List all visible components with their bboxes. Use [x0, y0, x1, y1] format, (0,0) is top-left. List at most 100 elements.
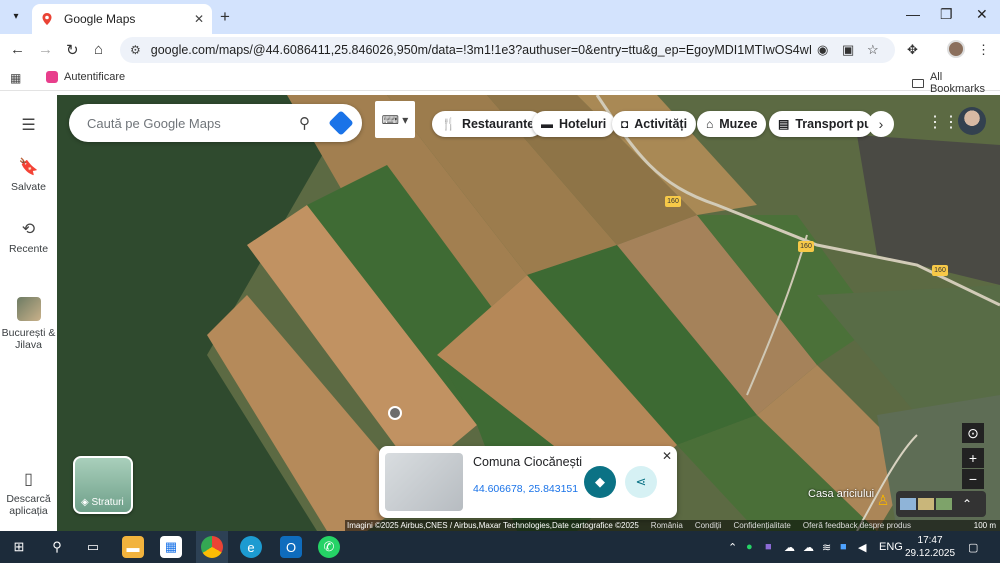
map-place-pin[interactable]	[388, 406, 402, 420]
search-icon[interactable]: ⚲	[299, 114, 310, 132]
start-windows-icon[interactable]: ⊞	[8, 536, 30, 558]
install-app-icon[interactable]: ▣	[842, 42, 854, 58]
tray-whatsapp-icon[interactable]: ●	[746, 541, 753, 553]
home-icon[interactable]: ⌂	[94, 41, 103, 58]
place-info-card[interactable]: Comuna Ciocănești 44.606678, 25.843151 ◆…	[379, 446, 677, 518]
share-button[interactable]: ⋖	[625, 466, 657, 498]
preview-thumb[interactable]	[918, 498, 934, 510]
layers-button[interactable]: ◈ Straturi	[73, 456, 133, 514]
outlook-icon[interactable]: O	[280, 536, 302, 558]
new-tab-button[interactable]: +	[220, 7, 230, 27]
apps-icon[interactable]: ▦	[10, 71, 21, 85]
chip-transit[interactable]: ▤ Transport publi	[769, 111, 873, 137]
search-box[interactable]: Caută pe Google Maps ⚲	[69, 104, 362, 142]
tab-google-maps[interactable]: Google Maps ✕	[32, 4, 212, 34]
minimize-icon[interactable]: —	[906, 6, 920, 22]
hamburger-icon: ☰	[21, 117, 36, 134]
task-view-icon[interactable]: ▭	[82, 536, 104, 558]
preview-thumb[interactable]	[900, 498, 916, 510]
terms-link[interactable]: Condiții	[695, 521, 722, 530]
route-badge: 160	[932, 265, 948, 276]
account-avatar[interactable]	[958, 107, 986, 135]
directions-button[interactable]: ◆	[584, 466, 616, 498]
scale-label[interactable]: 100 m	[974, 521, 996, 530]
transit-icon: ▤	[778, 117, 790, 131]
close-card-icon[interactable]: ✕	[662, 449, 672, 463]
attribution-text: Imagini ©2025 Airbus,CNES / Airbus,Maxar…	[347, 521, 639, 530]
chip-activities[interactable]: ◘ Activități	[612, 111, 697, 137]
place-thumbnail[interactable]	[385, 453, 463, 511]
bookmark-autentificare[interactable]: Autentificare	[46, 71, 125, 83]
restore-icon[interactable]: ❐	[940, 6, 953, 23]
bookmark-label: Autentificare	[64, 71, 126, 83]
window-close-icon[interactable]: ✕	[976, 6, 988, 23]
taskbar-clock[interactable]: 17:47 29.12.2025	[905, 534, 955, 560]
keyboard-icon: ⌨ ▾	[381, 112, 409, 127]
edge-icon[interactable]: e	[240, 536, 262, 558]
expand-up-icon[interactable]: ⌃	[962, 497, 972, 511]
back-icon[interactable]: ←	[10, 41, 25, 58]
address-bar[interactable]: ⚙ google.com/maps/@44.6086411,25.846026,…	[120, 37, 895, 63]
directions-icon[interactable]	[328, 110, 354, 136]
tray-onedrive-icon[interactable]: ☁	[803, 541, 814, 554]
tray-teams-icon[interactable]: ■	[765, 541, 772, 553]
place-coordinates[interactable]: 44.606678, 25.843151	[473, 483, 578, 495]
my-location-icon[interactable]: ⊙	[962, 423, 984, 443]
forward-icon[interactable]: →	[38, 41, 53, 58]
input-tools-button[interactable]: ⌨ ▾	[375, 101, 415, 138]
tray-cloud-icon[interactable]: ☁	[784, 541, 795, 554]
place-label[interactable]: Casa ariciului	[808, 488, 874, 500]
street-view-pegman-icon[interactable]: ♙	[874, 492, 892, 516]
preview-thumb[interactable]	[936, 498, 952, 510]
site-info-icon[interactable]: ⚙	[130, 43, 141, 57]
browser-toolbar: ← → ↻ ⌂ ⚙ google.com/maps/@44.6086411,25…	[0, 34, 1000, 66]
menu-button[interactable]: ☰	[0, 115, 57, 139]
camera-icon: ◘	[621, 117, 629, 131]
tab-title: Google Maps	[64, 12, 136, 26]
chip-label: Muzee	[719, 117, 758, 131]
history-icon: ⟲	[21, 221, 36, 238]
language-indicator[interactable]: ENG	[879, 541, 903, 553]
chrome-icon[interactable]	[201, 536, 223, 558]
url-text: google.com/maps/@44.6086411,25.846026,95…	[150, 43, 811, 57]
all-bookmarks-button[interactable]: All Bookmarks	[912, 71, 1000, 95]
bookmark-star-icon[interactable]: ☆	[867, 42, 879, 58]
share-icon: ⋖	[635, 474, 647, 489]
chip-label: Restaurante	[461, 117, 535, 131]
feedback-link[interactable]: Oferă feedback despre produs	[803, 521, 911, 530]
tray-overflow-icon[interactable]: ⌃	[728, 541, 737, 554]
recent-place-label: București & Jilava	[1, 327, 56, 351]
download-app-button[interactable]: ▯ Descarcă aplicația	[0, 469, 57, 517]
zoom-in-button[interactable]: +	[962, 448, 984, 468]
whatsapp-icon[interactable]: ✆	[318, 536, 340, 558]
recent-button[interactable]: ⟲ Recente	[0, 219, 57, 255]
recent-place-button[interactable]: București & Jilava	[0, 297, 57, 351]
privacy-link[interactable]: Confidențialitate	[734, 521, 791, 530]
search-taskbar-icon[interactable]: ⚲	[46, 536, 68, 558]
tray-outlook-icon[interactable]: ■	[840, 541, 847, 553]
map-type-previews[interactable]: ⌃	[896, 491, 986, 517]
file-explorer-icon[interactable]: ▬	[122, 536, 144, 558]
saved-label: Salvate	[10, 181, 47, 193]
reload-icon[interactable]: ↻	[66, 41, 79, 59]
chip-restaurants[interactable]: 🍴 Restaurante	[432, 111, 544, 137]
notifications-icon[interactable]: ▢	[968, 541, 978, 554]
extensions-icon[interactable]: ✥	[907, 42, 918, 58]
location-icon[interactable]: ◉	[817, 42, 828, 58]
zoom-out-button[interactable]: −	[962, 469, 984, 489]
saved-button[interactable]: 🔖 Salvate	[0, 157, 57, 193]
tab-close-icon[interactable]: ✕	[194, 12, 204, 26]
menu-icon[interactable]: ⋮	[977, 42, 990, 58]
chips-scroll-right-icon[interactable]: ›	[868, 111, 894, 137]
tab-search-icon[interactable]: ▾	[6, 6, 26, 26]
profile-avatar[interactable]	[947, 40, 965, 58]
place-title[interactable]: Comuna Ciocănești	[473, 455, 582, 469]
chip-museums[interactable]: ⌂ Muzee	[697, 111, 767, 137]
store-icon[interactable]: ▦	[160, 536, 182, 558]
chip-hotels[interactable]: ▬ Hoteluri	[532, 111, 616, 137]
tray-wifi-icon[interactable]: ≋	[822, 541, 831, 554]
tray-volume-icon[interactable]: ◀	[858, 541, 866, 554]
search-input[interactable]: Caută pe Google Maps	[87, 116, 299, 131]
country-link[interactable]: România	[651, 521, 683, 530]
route-badge: 160	[665, 196, 681, 207]
